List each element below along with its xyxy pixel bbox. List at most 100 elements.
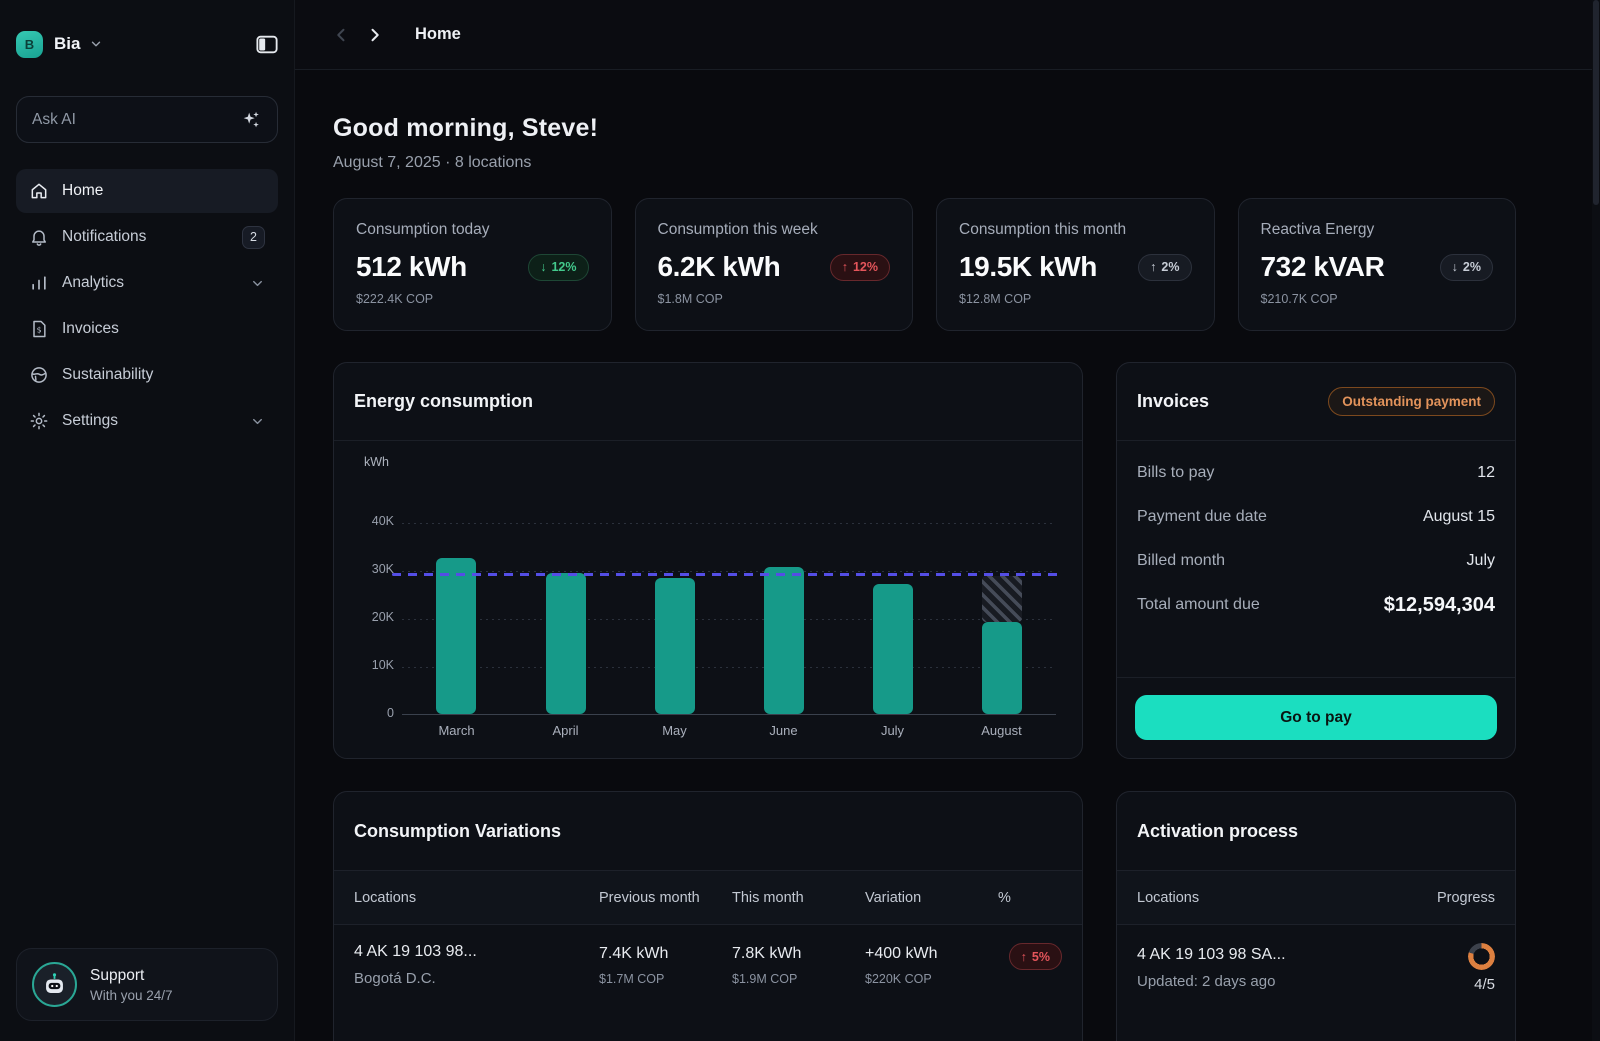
bell-icon bbox=[29, 227, 49, 247]
stat-cards-row: Consumption today 512 kWh ↓12% $222.4K C… bbox=[333, 198, 1516, 331]
stat-cost: $1.8M COP bbox=[658, 292, 891, 306]
invoice-icon: $ bbox=[29, 319, 49, 339]
stat-card-consumption-month: Consumption this month 19.5K kWh ↑2% $12… bbox=[936, 198, 1215, 331]
bar-april[interactable] bbox=[546, 573, 586, 714]
chart-title: Energy consumption bbox=[354, 391, 533, 412]
stat-label: Consumption this week bbox=[658, 221, 891, 239]
sidebar-item-settings[interactable]: Settings bbox=[16, 399, 278, 443]
y-axis-unit: kWh bbox=[364, 455, 389, 469]
sidebar-item-label: Home bbox=[62, 182, 103, 200]
progress-ring bbox=[1468, 943, 1495, 970]
notifications-count-badge: 2 bbox=[242, 226, 265, 249]
sidebar-item-analytics[interactable]: Analytics bbox=[16, 261, 278, 305]
topbar: Home bbox=[295, 0, 1600, 70]
bar-august[interactable] bbox=[982, 622, 1022, 714]
page-title: Home bbox=[415, 25, 461, 44]
stat-cost: $222.4K COP bbox=[356, 292, 589, 306]
sidebar-item-invoices[interactable]: $ Invoices bbox=[16, 307, 278, 351]
variations-table-header: Locations Previous month This month Vari… bbox=[334, 870, 1082, 925]
ask-ai-input[interactable]: Ask AI bbox=[16, 96, 278, 143]
bar-march[interactable] bbox=[436, 558, 476, 714]
stat-label: Consumption today bbox=[356, 221, 589, 239]
arrow-up-icon: ↑ bbox=[1150, 260, 1156, 274]
svg-text:$: $ bbox=[37, 326, 42, 335]
main-area: Home Good morning, Steve! August 7, 2025… bbox=[295, 0, 1600, 1041]
scrollbar-thumb[interactable] bbox=[1593, 0, 1599, 205]
table-row[interactable]: 4 AK 19 103 98 SA... Updated: 2 days ago… bbox=[1117, 925, 1515, 1011]
delta-badge: ↓12% bbox=[528, 254, 588, 281]
stat-card-reactive-energy: Reactiva Energy 732 kVAR ↓2% $210.7K COP bbox=[1238, 198, 1517, 331]
progress-label: 4/5 bbox=[1474, 976, 1495, 993]
chevron-down-icon bbox=[89, 37, 103, 51]
invoice-row-billed-month: Billed month July bbox=[1137, 539, 1495, 583]
chevron-down-icon bbox=[250, 414, 265, 429]
greeting: Good morning, Steve! bbox=[333, 114, 1516, 143]
sidebar-item-sustainability[interactable]: Sustainability bbox=[16, 353, 278, 397]
arrow-up-icon: ↑ bbox=[842, 260, 848, 274]
stat-label: Reactiva Energy bbox=[1261, 221, 1494, 239]
stat-card-consumption-today: Consumption today 512 kWh ↓12% $222.4K C… bbox=[333, 198, 612, 331]
x-axis-labels: MarchAprilMayJuneJulyAugust bbox=[402, 723, 1056, 738]
chart-plot-area bbox=[402, 499, 1056, 715]
location-city: Bogotá D.C. bbox=[354, 970, 599, 987]
outstanding-payment-badge: Outstanding payment bbox=[1328, 387, 1495, 416]
percent-badge: ↑5% bbox=[1009, 943, 1062, 970]
chevron-down-icon bbox=[250, 276, 265, 291]
workspace-avatar: B bbox=[16, 31, 43, 58]
support-subtitle: With you 24/7 bbox=[90, 988, 173, 1003]
location-name: 4 AK 19 103 98 SA... bbox=[1137, 946, 1425, 964]
activation-title: Activation process bbox=[1137, 821, 1298, 842]
bar-chart-icon bbox=[29, 273, 49, 293]
globe-icon bbox=[29, 365, 49, 385]
arrow-down-icon: ↓ bbox=[540, 260, 546, 274]
energy-consumption-card: Energy consumption kWh 40K30K20K10K0 Mar… bbox=[333, 362, 1083, 759]
gear-icon bbox=[29, 411, 49, 431]
invoice-row-total: Total amount due $12,594,304 bbox=[1137, 583, 1495, 627]
location-name: 4 AK 19 103 98... bbox=[354, 943, 599, 961]
sidebar: B Bia Ask AI Home Notifications 2 bbox=[0, 0, 295, 1041]
content: Good morning, Steve! August 7, 2025 · 8 … bbox=[295, 70, 1600, 1041]
bar-june[interactable] bbox=[764, 567, 804, 714]
delta-badge: ↓2% bbox=[1440, 254, 1493, 281]
sidebar-item-label: Notifications bbox=[62, 228, 146, 246]
sidebar-item-notifications[interactable]: Notifications 2 bbox=[16, 215, 278, 259]
sparkles-icon bbox=[240, 109, 262, 131]
stat-value: 19.5K kWh bbox=[959, 251, 1097, 283]
sidebar-item-label: Invoices bbox=[62, 320, 119, 338]
workspace-name: Bia bbox=[54, 34, 80, 54]
delta-badge: ↑12% bbox=[830, 254, 890, 281]
invoice-row-bills: Bills to pay 12 bbox=[1137, 451, 1495, 495]
energy-consumption-chart: kWh 40K30K20K10K0 MarchAprilMayJuneJulyA… bbox=[358, 441, 1056, 741]
location-updated: Updated: 2 days ago bbox=[1137, 973, 1425, 990]
delta-badge: ↑2% bbox=[1138, 254, 1191, 281]
go-to-pay-button[interactable]: Go to pay bbox=[1135, 695, 1497, 740]
stat-value: 732 kVAR bbox=[1261, 251, 1385, 283]
activation-process-card: Activation process Locations Progress 4 … bbox=[1116, 791, 1516, 1041]
consumption-variations-card: Consumption Variations Locations Previou… bbox=[333, 791, 1083, 1041]
scrollbar[interactable] bbox=[1592, 0, 1600, 1041]
stat-cost: $210.7K COP bbox=[1261, 292, 1494, 306]
sidebar-collapse-icon[interactable] bbox=[256, 35, 278, 54]
nav-forward-icon[interactable] bbox=[365, 26, 383, 44]
table-row[interactable]: 4 AK 19 103 98... Bogotá D.C. 7.4K kWh $… bbox=[334, 925, 1082, 1005]
invoices-card: Invoices Outstanding payment Bills to pa… bbox=[1116, 362, 1516, 759]
support-title: Support bbox=[90, 967, 173, 985]
sidebar-nav: Home Notifications 2 Analytics $ Invoice… bbox=[16, 169, 278, 443]
workspace-switcher[interactable]: B Bia bbox=[16, 22, 278, 66]
sidebar-item-home[interactable]: Home bbox=[16, 169, 278, 213]
support-card[interactable]: Support With you 24/7 bbox=[16, 948, 278, 1021]
variations-title: Consumption Variations bbox=[354, 821, 561, 842]
sidebar-item-label: Settings bbox=[62, 412, 118, 430]
activation-table-header: Locations Progress bbox=[1117, 870, 1515, 925]
sidebar-item-label: Analytics bbox=[62, 274, 124, 292]
bar-projected-hatch bbox=[982, 576, 1022, 622]
bar-may[interactable] bbox=[655, 578, 695, 714]
sidebar-item-label: Sustainability bbox=[62, 366, 153, 384]
ask-ai-placeholder: Ask AI bbox=[32, 111, 76, 129]
bar-july[interactable] bbox=[873, 584, 913, 714]
nav-back-icon[interactable] bbox=[333, 26, 351, 44]
date-locations-subtitle: August 7, 2025 · 8 locations bbox=[333, 154, 1516, 172]
arrow-down-icon: ↓ bbox=[1452, 260, 1458, 274]
stat-value: 512 kWh bbox=[356, 251, 467, 283]
stat-card-consumption-week: Consumption this week 6.2K kWh ↑12% $1.8… bbox=[635, 198, 914, 331]
